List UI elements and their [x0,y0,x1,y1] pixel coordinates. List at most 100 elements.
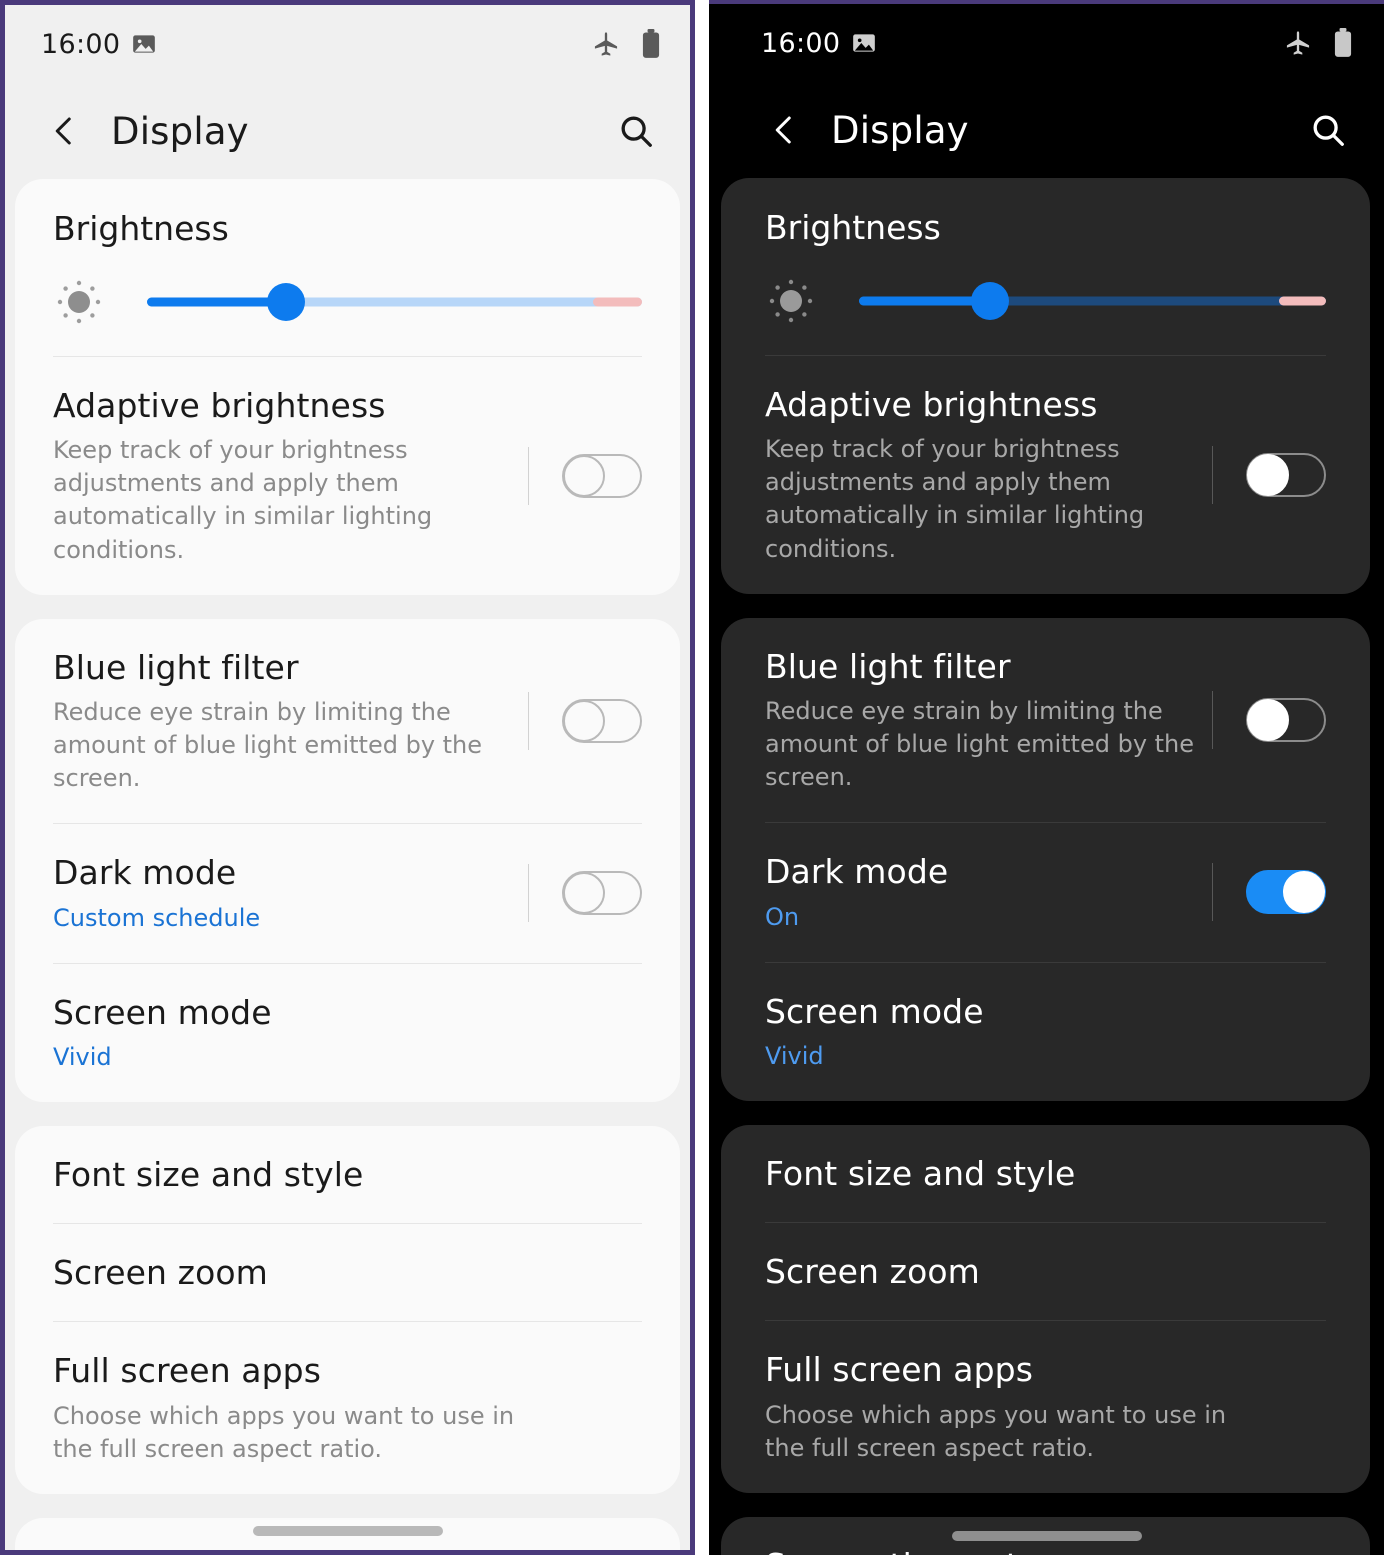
font-size-and-style-label: Font size and style [765,1153,1076,1193]
toggle-knob [563,872,605,915]
row-texts: Font size and style [53,1154,642,1195]
status-time: 16:00 [41,28,121,60]
dark-mode-status: Custom schedule [53,903,261,932]
screen-light: 16:00 Display Brightness Adaptive bright… [5,5,690,1550]
adaptive-brightness-description: Keep track of your brightness adjustment… [765,435,1145,563]
slider-thumb[interactable] [970,282,1009,320]
search-button[interactable] [612,107,660,155]
card-layout-options: Font size and style Screen zoom Full scr… [15,1125,680,1494]
image-icon [851,30,877,56]
slider-fill [147,297,286,307]
brightness-label: Brightness [53,209,229,248]
toggle-knob [1247,453,1289,496]
dark-mode-label: Dark mode [765,852,949,892]
full-screen-apps-description: Choose which apps you want to use in the… [53,1401,515,1463]
row-blue-light-filter[interactable]: Blue light filter Reduce eye strain by l… [53,619,642,824]
status-bar: 16:00 [5,5,690,83]
status-bar: 16:00 [709,4,1384,82]
brightness-slider-wrap [53,280,642,324]
home-indicator[interactable] [252,1526,443,1536]
blue-light-filter-description: Reduce eye strain by limiting the amount… [765,696,1195,792]
toggle-knob [1247,698,1289,741]
row-texts: Blue light filter Reduce eye strain by l… [53,647,516,796]
card-display-modes: Blue light filter Reduce eye strain by l… [15,618,680,1102]
brightness-slider[interactable] [147,282,642,322]
battery-icon [1332,28,1354,58]
toggle-area [1212,452,1326,497]
row-adaptive-brightness[interactable]: Adaptive brightness Keep track of your b… [53,356,642,595]
brightness-row: Brightness [765,178,1326,355]
brightness-row: Brightness [53,179,642,356]
row-blue-light-filter[interactable]: Blue light filter Reduce eye strain by l… [765,618,1326,823]
screen-mode-value: Vivid [53,1042,112,1071]
font-size-and-style-label: Font size and style [53,1154,364,1194]
battery-icon [640,29,662,59]
row-screen-mode[interactable]: Screen mode Vivid [53,962,642,1102]
phone-dark-theme: 16:00 Display Brightness Adaptive bright… [709,0,1384,1555]
blue-light-filter-toggle[interactable] [1246,697,1326,742]
row-adaptive-brightness[interactable]: Adaptive brightness Keep track of your b… [765,355,1326,594]
row-full-screen-apps[interactable]: Full screen apps Choose which apps you w… [53,1321,642,1493]
row-screen-timeout[interactable]: Screen timeout After 5 minutes of inacti… [53,1518,642,1550]
dark-mode-status: On [765,902,800,931]
row-screen-zoom[interactable]: Screen zoom [765,1222,1326,1320]
card-layout-options: Font size and style Screen zoom Full scr… [721,1124,1370,1493]
status-bar-left: 16:00 [761,28,877,59]
settings-list: Brightness Adaptive brightness Keep trac… [5,179,690,1550]
blue-light-filter-toggle[interactable] [562,698,642,743]
status-time: 16:00 [761,27,841,59]
title-bar: Display [5,83,690,179]
adaptive-brightness-label: Adaptive brightness [53,386,386,425]
home-indicator[interactable] [951,1531,1142,1541]
status-bar-left: 16:00 [41,29,157,60]
row-texts: Screen timeout After 5 minutes of inacti… [765,1545,1326,1555]
row-dark-mode[interactable]: Dark mode Custom schedule [53,823,642,962]
toggle-knob [563,454,605,497]
row-texts: Dark mode Custom schedule [53,852,516,934]
blue-light-filter-description: Reduce eye strain by limiting the amount… [53,697,483,793]
slider-warning-segment [592,297,642,307]
slider-thumb[interactable] [266,283,305,321]
page-title: Display [831,108,969,152]
row-full-screen-apps[interactable]: Full screen apps Choose which apps you w… [765,1320,1326,1492]
card-screen-timeout: Screen timeout After 5 minutes of inacti… [15,1517,680,1550]
search-icon [617,112,655,150]
brightness-slider[interactable] [859,281,1326,321]
dark-mode-toggle[interactable] [1246,870,1326,915]
row-texts: Adaptive brightness Keep track of your b… [765,384,1200,566]
airplane-mode-icon [1284,29,1312,57]
toggle-area [1212,697,1326,742]
row-texts: Full screen apps Choose which apps you w… [53,1350,642,1465]
back-button[interactable] [761,107,807,153]
slider-warning-segment [1279,296,1326,306]
back-chevron-icon [766,112,802,148]
search-icon [1309,111,1347,149]
status-bar-right [1284,28,1354,58]
screen-dark: 16:00 Display Brightness Adaptive bright… [709,4,1384,1555]
toggle-area [528,698,642,743]
dark-mode-toggle[interactable] [562,871,642,916]
page-title: Display [111,109,249,153]
row-screen-zoom[interactable]: Screen zoom [53,1223,642,1321]
screen-mode-label: Screen mode [765,991,984,1031]
row-dark-mode[interactable]: Dark mode On [765,822,1326,961]
back-chevron-icon [46,113,82,149]
status-bar-right [592,29,662,59]
row-font-size-and-style[interactable]: Font size and style [53,1126,642,1223]
row-font-size-and-style[interactable]: Font size and style [765,1125,1326,1222]
toggle-knob [1283,871,1325,914]
dark-mode-label: Dark mode [53,853,237,893]
comparison-stage: 16:00 Display Brightness Adaptive bright… [0,0,1384,1555]
sun-brightness-icon [765,275,817,327]
blue-light-filter-label: Blue light filter [53,647,299,687]
row-texts: Screen timeout After 5 minutes of inacti… [53,1546,642,1550]
title-bar: Display [709,82,1384,178]
adaptive-brightness-toggle[interactable] [562,453,642,498]
back-button[interactable] [41,108,87,154]
search-button[interactable] [1304,106,1352,154]
brightness-slider-wrap [765,279,1326,323]
adaptive-brightness-toggle[interactable] [1246,452,1326,497]
screen-zoom-label: Screen zoom [53,1253,268,1293]
toggle-area [528,871,642,916]
row-screen-mode[interactable]: Screen mode Vivid [765,961,1326,1101]
